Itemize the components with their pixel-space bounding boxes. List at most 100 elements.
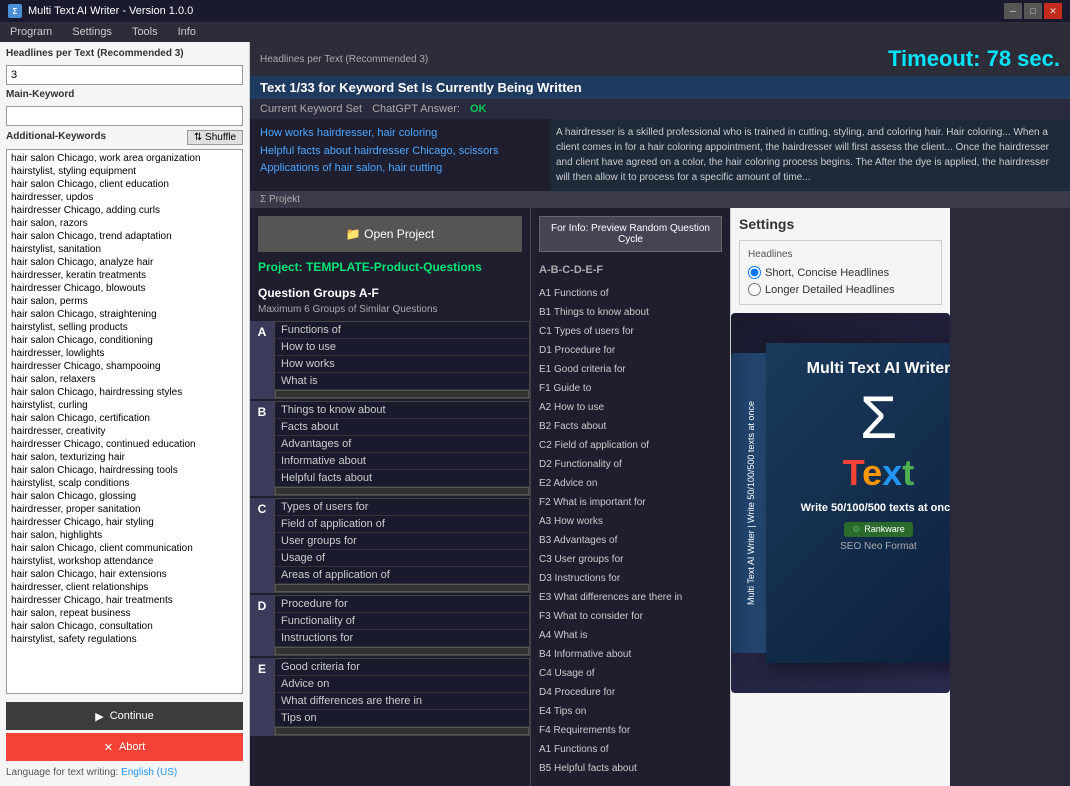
abcd-list-item[interactable]: C3 User groups for [539,550,722,569]
list-item[interactable]: How to use [275,339,529,356]
keyword-item[interactable]: hair salon, razors [9,217,240,230]
keyword-item[interactable]: hair salon Chicago, hairdressing tools [9,464,240,477]
keyword-link-2[interactable]: Helpful facts about hairdresser Chicago,… [260,143,540,161]
keyword-item[interactable]: hair salon, texturizing hair [9,451,240,464]
keyword-item[interactable]: hair salon Chicago, trend adaptation [9,230,240,243]
abcd-list-item[interactable]: E1 Good criteria for [539,360,722,379]
minimize-button[interactable]: ─ [1004,3,1022,19]
list-item[interactable]: What differences are there in [275,693,529,710]
list-item[interactable]: Things to know about [275,402,529,419]
shuffle-button[interactable]: ⇅ Shuffle [187,130,243,145]
abcd-list-item[interactable]: F1 Guide to [539,379,722,398]
abcd-list-item[interactable]: F3 What to consider for [539,607,722,626]
keyword-item[interactable]: hair salon, highlights [9,529,240,542]
keyword-item[interactable]: hairdresser, client relationships [9,581,240,594]
abcd-list-item[interactable]: F2 What is important for [539,493,722,512]
abcd-list-item[interactable]: C2 Field of application of [539,436,722,455]
keyword-item[interactable]: hair salon Chicago, hair extensions [9,568,240,581]
keyword-item[interactable]: hair salon Chicago, certification [9,412,240,425]
abcd-list-item[interactable]: D3 Instructions for [539,569,722,588]
list-item[interactable]: Instructions for [275,630,529,647]
abcd-list-item[interactable]: E4 Tips on [539,702,722,721]
abort-button[interactable]: ✕ Abort [6,733,243,761]
abcd-list-item[interactable]: A1 Functions of [539,284,722,303]
keyword-item[interactable]: hair salon, perms [9,295,240,308]
abcd-list-item[interactable]: C1 Types of users for [539,322,722,341]
list-item[interactable]: Usage of [275,550,529,567]
group-scroll-c[interactable] [275,584,529,592]
abcd-list-item[interactable]: D1 Procedure for [539,341,722,360]
abcd-list-item[interactable]: B4 Informative about [539,645,722,664]
keyword-item[interactable]: hairstylist, curling [9,399,240,412]
abcd-list-item[interactable]: B2 Facts about [539,417,722,436]
keyword-item[interactable]: hair salon Chicago, straightening [9,308,240,321]
keyword-item[interactable]: hairdresser Chicago, hair treatments [9,594,240,607]
keyword-item[interactable]: hairdresser Chicago, shampooing [9,360,240,373]
preview-button[interactable]: For Info: Preview Random Question Cycle [539,216,722,252]
close-button[interactable]: ✕ [1044,3,1062,19]
list-item[interactable]: Facts about [275,419,529,436]
keyword-item[interactable]: hair salon Chicago, consultation [9,620,240,633]
keyword-item[interactable]: hairdresser, proper sanitation [9,503,240,516]
keyword-item[interactable]: hairdresser Chicago, adding curls [9,204,240,217]
continue-button[interactable]: ▶ Continue [6,702,243,730]
list-item[interactable]: Procedure for [275,596,529,613]
radio-short-headlines[interactable]: Short, Concise Headlines [748,266,933,279]
list-item[interactable]: How works [275,356,529,373]
abcd-list-item[interactable]: B1 Things to know about [539,303,722,322]
menu-settings[interactable]: Settings [68,24,116,40]
list-item[interactable]: Helpful facts about [275,470,529,487]
abcd-list-item[interactable]: A1 Functions of [539,740,722,759]
keyword-item[interactable]: hairstylist, sanitation [9,243,240,256]
list-item[interactable]: Field of application of [275,516,529,533]
abcd-list-item[interactable]: B3 Advantages of [539,531,722,550]
keyword-item[interactable]: hair salon Chicago, client communication [9,542,240,555]
abcd-list-item[interactable]: A2 How to use [539,398,722,417]
keywords-list[interactable]: hair salon Chicago, work area organizati… [6,149,243,694]
keyword-item[interactable]: hair salon Chicago, hairdressing styles [9,386,240,399]
keyword-item[interactable]: hairdresser, keratin treatments [9,269,240,282]
keyword-item[interactable]: hair salon Chicago, work area organizati… [9,152,240,165]
list-item[interactable]: What is [275,373,529,390]
group-scroll-b[interactable] [275,487,529,495]
keyword-item[interactable]: hair salon Chicago, client education [9,178,240,191]
keyword-item[interactable]: hairstylist, safety regulations [9,633,240,646]
list-item[interactable]: Functions of [275,322,529,339]
keyword-item[interactable]: hairdresser, lowlights [9,347,240,360]
list-item[interactable]: Types of users for [275,499,529,516]
abcd-list-item[interactable]: E2 Advice on [539,474,722,493]
keyword-item[interactable]: hairstylist, workshop attendance [9,555,240,568]
keyword-item[interactable]: hairdresser Chicago, hair styling [9,516,240,529]
group-scroll-e[interactable] [275,727,529,735]
keyword-item[interactable]: hair salon, relaxers [9,373,240,386]
menu-tools[interactable]: Tools [128,24,162,40]
keyword-item[interactable]: hairdresser, updos [9,191,240,204]
abcd-list-item[interactable]: B5 Helpful facts about [539,759,722,778]
list-item[interactable]: Functionality of [275,613,529,630]
abcd-list-item[interactable]: E3 What differences are there in [539,588,722,607]
list-item[interactable]: Areas of application of [275,567,529,584]
keyword-item[interactable]: hair salon Chicago, glossing [9,490,240,503]
keyword-item[interactable]: hairdresser Chicago, continued education [9,438,240,451]
abcd-list-item[interactable]: C4 Usage of [539,664,722,683]
abcd-list-item[interactable]: A3 How works [539,512,722,531]
keyword-item[interactable]: hair salon Chicago, conditioning [9,334,240,347]
keyword-item[interactable]: hair salon, repeat business [9,607,240,620]
abcd-list-item[interactable]: D4 Procedure for [539,683,722,702]
list-item[interactable]: Informative about [275,453,529,470]
keyword-link-3[interactable]: Applications of hair salon, hair cutting [260,160,540,178]
keyword-item[interactable]: hairdresser Chicago, blowouts [9,282,240,295]
keyword-item[interactable]: hairstylist, selling products [9,321,240,334]
maximize-button[interactable]: □ [1024,3,1042,19]
abcd-list-item[interactable]: F4 Requirements for [539,721,722,740]
abcd-list-item[interactable]: D2 Functionality of [539,455,722,474]
headlines-input[interactable] [6,65,243,85]
keyword-link-1[interactable]: How works hairdresser, hair coloring [260,125,540,143]
menu-info[interactable]: Info [174,24,200,40]
radio-longer-headlines[interactable]: Longer Detailed Headlines [748,283,933,296]
group-scroll-d[interactable] [275,647,529,655]
menu-program[interactable]: Program [6,24,56,40]
keyword-item[interactable]: hairstylist, styling equipment [9,165,240,178]
main-keyword-input[interactable] [6,106,243,126]
list-item[interactable]: User groups for [275,533,529,550]
